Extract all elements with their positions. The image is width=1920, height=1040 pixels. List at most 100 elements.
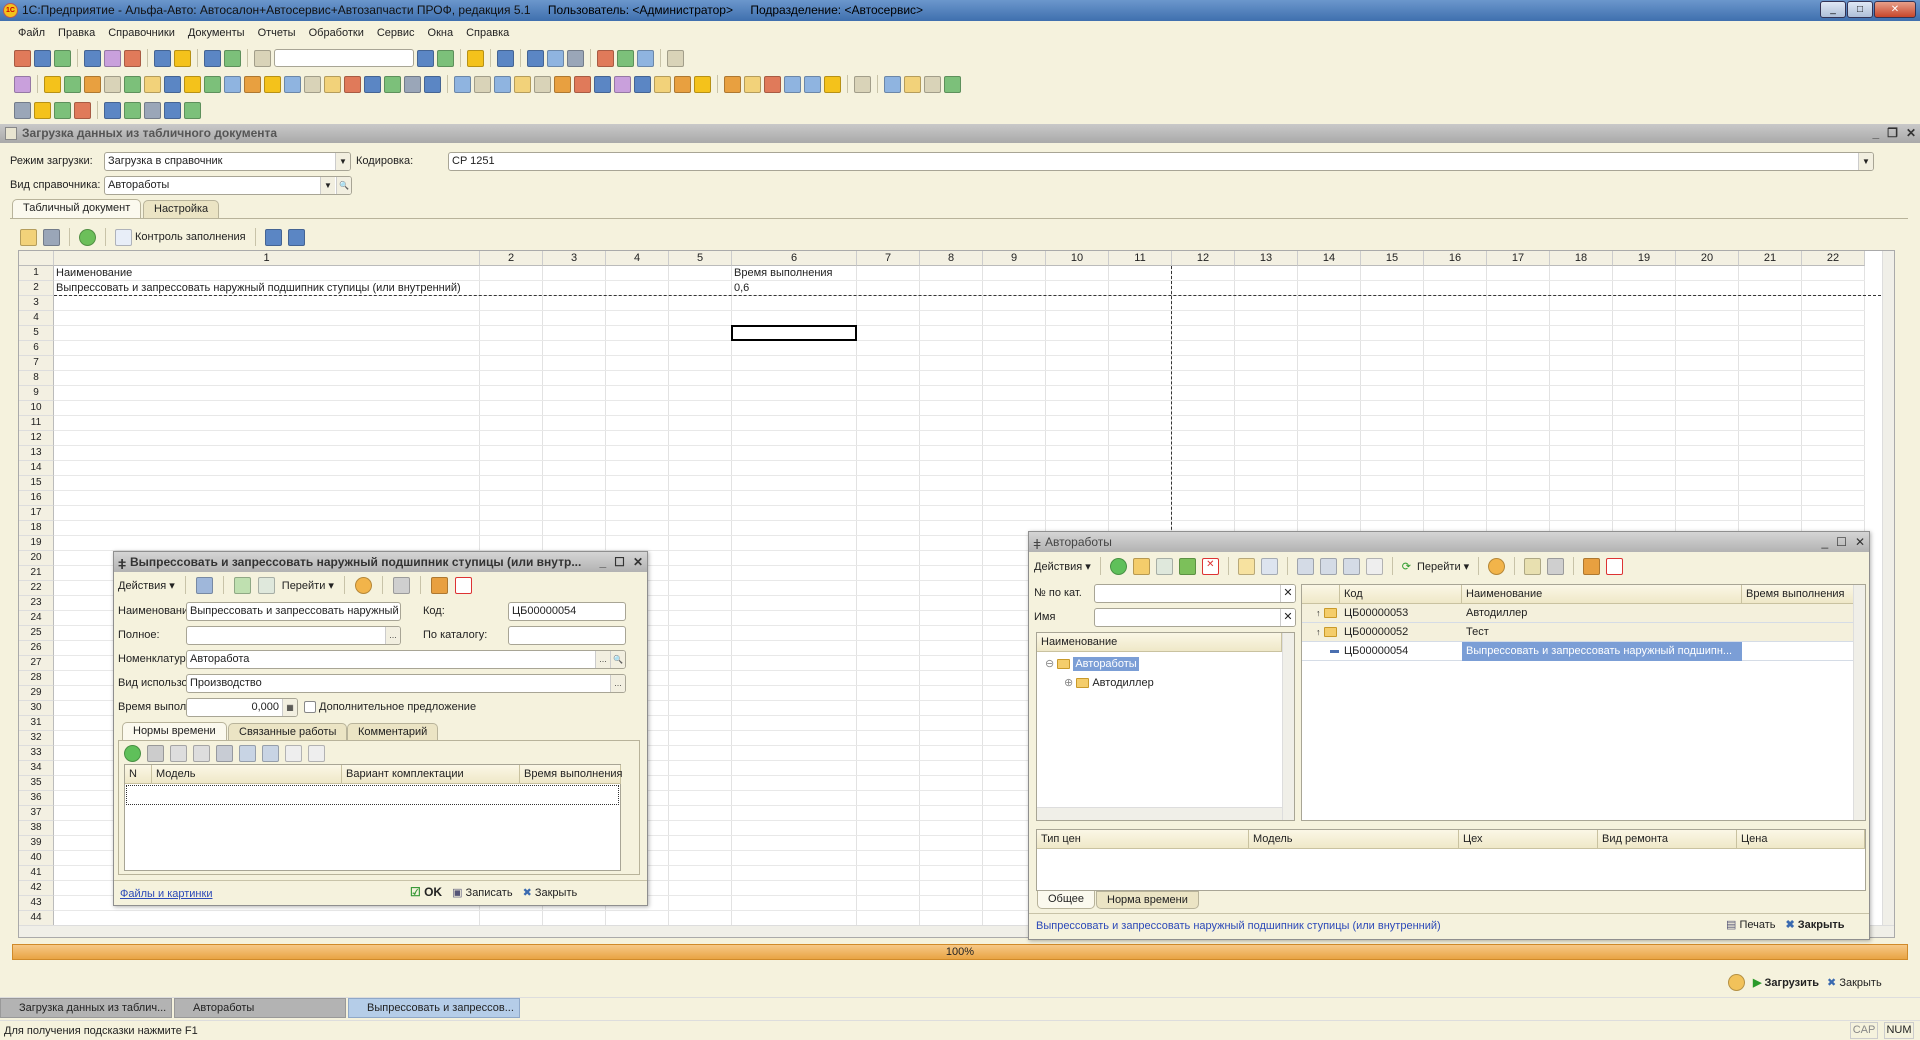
nakl-icon[interactable] [654, 75, 671, 93]
flag-icon[interactable] [854, 75, 871, 93]
col-n[interactable]: N [125, 765, 152, 784]
grid-col-header[interactable]: 14 [1298, 251, 1361, 266]
nakl5-icon[interactable] [164, 101, 181, 119]
list-row[interactable]: ↑ ЦБ00000052 Тест [1302, 623, 1853, 642]
move-to-folder-icon[interactable] [1260, 557, 1278, 575]
clear-icon[interactable]: ✕ [1280, 585, 1295, 602]
expand-icon[interactable]: ⊕ [1064, 677, 1073, 689]
grid-col-header[interactable]: 10 [1046, 251, 1109, 266]
grid-col-header[interactable]: 20 [1676, 251, 1739, 266]
parts-icon[interactable] [84, 75, 101, 93]
delete-icon[interactable] [193, 745, 210, 762]
calendar-icon[interactable] [547, 49, 564, 67]
transfer-in-icon[interactable] [594, 75, 611, 93]
name-filter-input[interactable]: ✕ [1094, 608, 1296, 627]
refresh-icon[interactable] [79, 228, 96, 246]
grid-corner[interactable] [19, 251, 54, 266]
grid-row-header[interactable]: 36 [19, 791, 54, 806]
warehouse-icon[interactable] [244, 75, 261, 93]
col-price-type[interactable]: Тип цен [1037, 830, 1249, 849]
wrench-icon[interactable] [74, 101, 91, 119]
encoding-select[interactable]: CP 1251 ▼ [448, 152, 1874, 171]
grid-selected-cell[interactable] [731, 325, 857, 341]
folder-icon[interactable] [904, 75, 921, 93]
report-icon[interactable] [124, 75, 141, 93]
grid-row-header[interactable]: 25 [19, 626, 54, 641]
grid-col-header[interactable]: 2 [480, 251, 543, 266]
grid-row-header[interactable]: 19 [19, 536, 54, 551]
tree-vscrollbar[interactable] [1282, 633, 1294, 820]
tools2-icon[interactable] [104, 101, 121, 119]
menu-item-0[interactable]: Файл [18, 27, 45, 39]
transfer-out-icon[interactable] [614, 75, 631, 93]
cabinet2-icon[interactable] [204, 75, 221, 93]
save-button[interactable]: ▣ Записать [452, 886, 512, 899]
task-doc-load[interactable]: Загрузка данных из таблич... [0, 998, 172, 1018]
move-up-icon[interactable] [239, 745, 256, 762]
doc-restore-button[interactable]: ❐ [1887, 124, 1898, 143]
grid-col-header[interactable]: 19 [1613, 251, 1676, 266]
chevron-down-icon[interactable]: ▼ [335, 153, 350, 170]
alfa-auto-icon[interactable] [14, 75, 31, 93]
memory-m-icon[interactable] [597, 49, 614, 67]
payment-icon[interactable] [554, 75, 571, 93]
col-model[interactable]: Модель [1249, 830, 1459, 849]
storage-icon[interactable] [104, 75, 121, 93]
menu-item-4[interactable]: Отчеты [258, 27, 296, 39]
grid-cell[interactable]: Наименование [54, 266, 132, 281]
load-button[interactable]: ▶ Загрузить [1753, 976, 1819, 989]
grid-row-header[interactable]: 11 [19, 416, 54, 431]
goto-menu[interactable]: Перейти ▾ [282, 579, 334, 592]
hammer-icon[interactable] [124, 101, 141, 119]
goto-menu[interactable]: Перейти ▾ [1417, 560, 1469, 573]
close-doc-button[interactable]: ✖ Закрыть [1827, 976, 1882, 989]
grid-row-header[interactable]: 16 [19, 491, 54, 506]
grid-row-header[interactable]: 44 [19, 911, 54, 926]
maximize-button[interactable]: □ [1847, 1, 1873, 18]
undo-icon[interactable] [204, 49, 221, 67]
grid-row-header[interactable]: 23 [19, 596, 54, 611]
nakl6-icon[interactable] [184, 101, 201, 119]
grid-row-header[interactable]: 13 [19, 446, 54, 461]
person-icon[interactable] [144, 75, 161, 93]
filter-icon[interactable] [1296, 557, 1314, 575]
grid-col-header[interactable]: 9 [983, 251, 1046, 266]
add-icon[interactable] [1109, 557, 1127, 575]
grid-row-header[interactable]: 7 [19, 356, 54, 371]
pko-icon[interactable] [514, 75, 531, 93]
print-button[interactable]: ▤ Печать [1726, 918, 1776, 931]
grid-col-header[interactable]: 16 [1424, 251, 1487, 266]
col-model[interactable]: Модель [152, 765, 342, 784]
ellipsis-button[interactable]: … [610, 675, 625, 692]
cut-icon[interactable] [84, 49, 101, 67]
dialog-minimize-button[interactable]: _ [599, 552, 606, 572]
col-time[interactable]: Время выполнения [1742, 585, 1854, 604]
chart-icon[interactable] [384, 75, 401, 93]
menu-item-5[interactable]: Обработки [309, 27, 364, 39]
copy-icon[interactable] [1155, 557, 1173, 575]
grid-row-header[interactable]: 42 [19, 881, 54, 896]
windows-icon[interactable] [1583, 557, 1601, 575]
grid-col-header[interactable]: 17 [1487, 251, 1550, 266]
name-input[interactable]: Выпрессовать и запрессовать наружный г [186, 602, 401, 621]
redo-icon[interactable] [224, 49, 241, 67]
folder-tree[interactable]: Наименование ⊖ Автоработы ⊕ Автодиллер [1036, 632, 1295, 821]
usage-input[interactable]: Производство… [186, 674, 626, 693]
gear-icon[interactable] [54, 101, 71, 119]
grid-row-header[interactable]: 27 [19, 656, 54, 671]
grid-row-header[interactable]: 33 [19, 746, 54, 761]
grid-row-header[interactable]: 14 [19, 461, 54, 476]
bell-icon[interactable] [14, 101, 31, 119]
extra-offer-checkbox[interactable] [304, 701, 316, 713]
sort-desc-icon[interactable] [308, 745, 325, 762]
dialog-maximize-button[interactable]: ☐ [614, 552, 625, 572]
post-icon[interactable] [195, 576, 213, 594]
col-repair-type[interactable]: Вид ремонта [1598, 830, 1737, 849]
help-icon[interactable] [1728, 974, 1745, 991]
calculator-icon[interactable] [527, 49, 544, 67]
employees-icon[interactable] [224, 75, 241, 93]
grid-col-header[interactable]: 7 [857, 251, 920, 266]
task-autoworks[interactable]: Автоработы [174, 998, 346, 1018]
pdf-icon[interactable] [454, 576, 472, 594]
edit-icon[interactable] [1178, 557, 1196, 575]
